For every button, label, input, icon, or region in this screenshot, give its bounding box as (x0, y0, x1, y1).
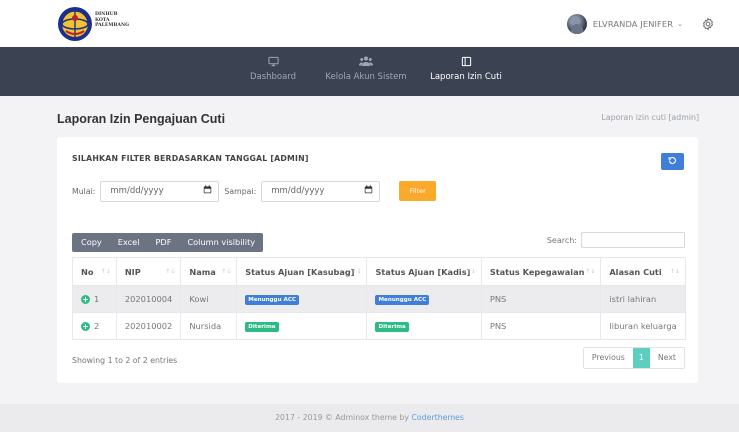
cell-no[interactable]: 2 (72, 312, 117, 340)
table-search: Search: (547, 232, 685, 248)
search-input[interactable] (581, 232, 685, 248)
column-header[interactable]: NIP ↑↓ (115, 257, 182, 286)
date-placeholder: mm/dd/yyyy (110, 186, 164, 196)
column-header[interactable]: Alasan Cuti ↑↓ (600, 257, 686, 286)
nav-label: Kelola Akun Sistem (325, 72, 407, 82)
next-page-button[interactable]: Next (650, 348, 684, 368)
date-filter: Mulai: mm/dd/yyyy Sampai: mm/dd/yyyy Fil… (72, 180, 437, 202)
gear-icon[interactable] (701, 17, 715, 31)
cell-alasan: istri lahiran (600, 285, 686, 313)
calendar-icon[interactable] (203, 185, 212, 197)
breadcrumb: Laporan izin cuti [admin] (601, 113, 699, 122)
users-icon (320, 56, 412, 68)
page-button-current[interactable]: 1 (632, 348, 650, 368)
pdf-button[interactable]: PDF (147, 233, 179, 252)
book-icon (424, 56, 508, 68)
user-avatar[interactable] (566, 14, 587, 34)
page-title: Laporan Izin Pengajuan Cuti (57, 112, 226, 126)
sort-icon: ↑↓ (221, 268, 232, 275)
start-date-label: Mulai: (72, 186, 96, 196)
status-badge: Diterima (375, 322, 409, 332)
sort-icon: ↑↓ (351, 268, 362, 275)
sort-icon: ↑↓ (585, 268, 596, 275)
table-row[interactable]: 2 202010002 Nursida Diterima Diterima PN… (72, 312, 686, 340)
nav-kelola-akun[interactable]: Kelola Akun Sistem (320, 56, 412, 82)
cell-nama: Nursida (180, 312, 238, 340)
logo-text: DINHUB KOTA PALEMBANG (95, 12, 130, 29)
export-buttons: Copy Excel PDF Column visibility (72, 233, 264, 252)
column-header[interactable]: No ↑↓ (72, 257, 117, 286)
chevron-down-icon[interactable]: ⌄ (677, 20, 683, 28)
status-badge: Menunggu ACC (375, 295, 430, 305)
footer-link[interactable]: Coderthemes (411, 413, 463, 422)
search-label: Search: (546, 235, 577, 245)
column-header[interactable]: Status Ajuan [Kadis] ↑↓ (366, 257, 482, 286)
nav-dashboard[interactable]: Dashboard (242, 56, 304, 82)
card-title: SILAHKAN FILTER BERDASARKAN TANGGAL [ADM… (72, 154, 309, 163)
status-badge: Diterima (245, 322, 279, 332)
cell-nip: 202010004 (115, 285, 182, 313)
copy-button[interactable]: Copy (72, 233, 110, 252)
cell-alasan: liburan keluarga (600, 312, 686, 340)
sort-icon: ↑↓ (669, 268, 680, 275)
cell-no[interactable]: 1 (72, 285, 117, 313)
nav-laporan-izin-cuti[interactable]: Laporan Izin Cuti (424, 56, 508, 82)
sort-icon: ↑↓ (100, 268, 111, 275)
refresh-icon (668, 156, 677, 168)
start-date-input[interactable]: mm/dd/yyyy (100, 180, 220, 202)
expand-icon[interactable] (81, 295, 90, 304)
column-header[interactable]: Nama ↑↓ (180, 257, 238, 286)
calendar-icon[interactable] (364, 185, 373, 197)
cell-status-kasubag: Menunggu ACC (236, 285, 368, 313)
cell-nama: Kowi (180, 285, 238, 313)
monitor-icon (242, 56, 304, 68)
nav-label: Dashboard (249, 72, 297, 82)
refresh-button[interactable] (661, 153, 684, 170)
excel-button[interactable]: Excel (110, 233, 148, 252)
cell-nip: 202010002 (115, 312, 182, 340)
dishub-logo[interactable] (57, 6, 93, 42)
user-name[interactable]: ELVRANDA JENIFER (593, 19, 673, 29)
column-header[interactable]: Status Ajuan [Kasubag] ↑↓ (236, 257, 368, 286)
table-info: Showing 1 to 2 of 2 entries (72, 356, 178, 365)
cell-status-kadis: Diterima (366, 312, 482, 340)
previous-page-button[interactable]: Previous (584, 348, 633, 368)
end-date-input[interactable]: mm/dd/yyyy (261, 180, 381, 202)
nav-label: Laporan Izin Cuti (430, 72, 502, 82)
report-card: SILAHKAN FILTER BERDASARKAN TANGGAL [ADM… (57, 137, 698, 383)
filter-button[interactable]: Filter (399, 181, 437, 201)
footer: 2017 - 2019 © Adminox theme by Coderthem… (0, 404, 739, 432)
top-bar: DINHUB KOTA PALEMBANG ELVRANDA JENIFER ⌄ (0, 0, 739, 47)
column-header[interactable]: Status Kepegawaian ↑↓ (480, 257, 602, 286)
main-nav: Dashboard Kelola Akun Sistem Laporan Izi… (0, 47, 739, 96)
date-placeholder: mm/dd/yyyy (271, 186, 325, 196)
status-badge: Menunggu ACC (245, 295, 300, 305)
pagination: Previous 1 Next (582, 347, 685, 369)
table-header-row: No ↑↓ NIP ↑↓ Nama ↑↓ Status Ajuan [Kasubag]… (72, 257, 686, 286)
footer-text: 2017 - 2019 © Adminox theme by (275, 413, 412, 422)
cell-kepegawaian: PNS (480, 285, 602, 313)
end-date-label: Sampai: (224, 186, 257, 196)
user-menu[interactable]: ELVRANDA JENIFER ⌄ (566, 13, 715, 35)
sort-icon: ↑↓ (165, 268, 176, 275)
table-row[interactable]: 1 202010004 Kowi Menunggu ACC Menunggu A… (72, 285, 686, 313)
column-visibility-button[interactable]: Column visibility (179, 233, 263, 252)
cell-status-kadis: Menunggu ACC (366, 285, 482, 313)
cell-kepegawaian: PNS (480, 312, 602, 340)
expand-icon[interactable] (81, 322, 90, 331)
leave-report-table: No ↑↓ NIP ↑↓ Nama ↑↓ Status Ajuan [Kasubag]… (72, 257, 686, 340)
cell-status-kasubag: Diterima (236, 312, 368, 340)
sort-icon: ↑↓ (465, 268, 476, 275)
